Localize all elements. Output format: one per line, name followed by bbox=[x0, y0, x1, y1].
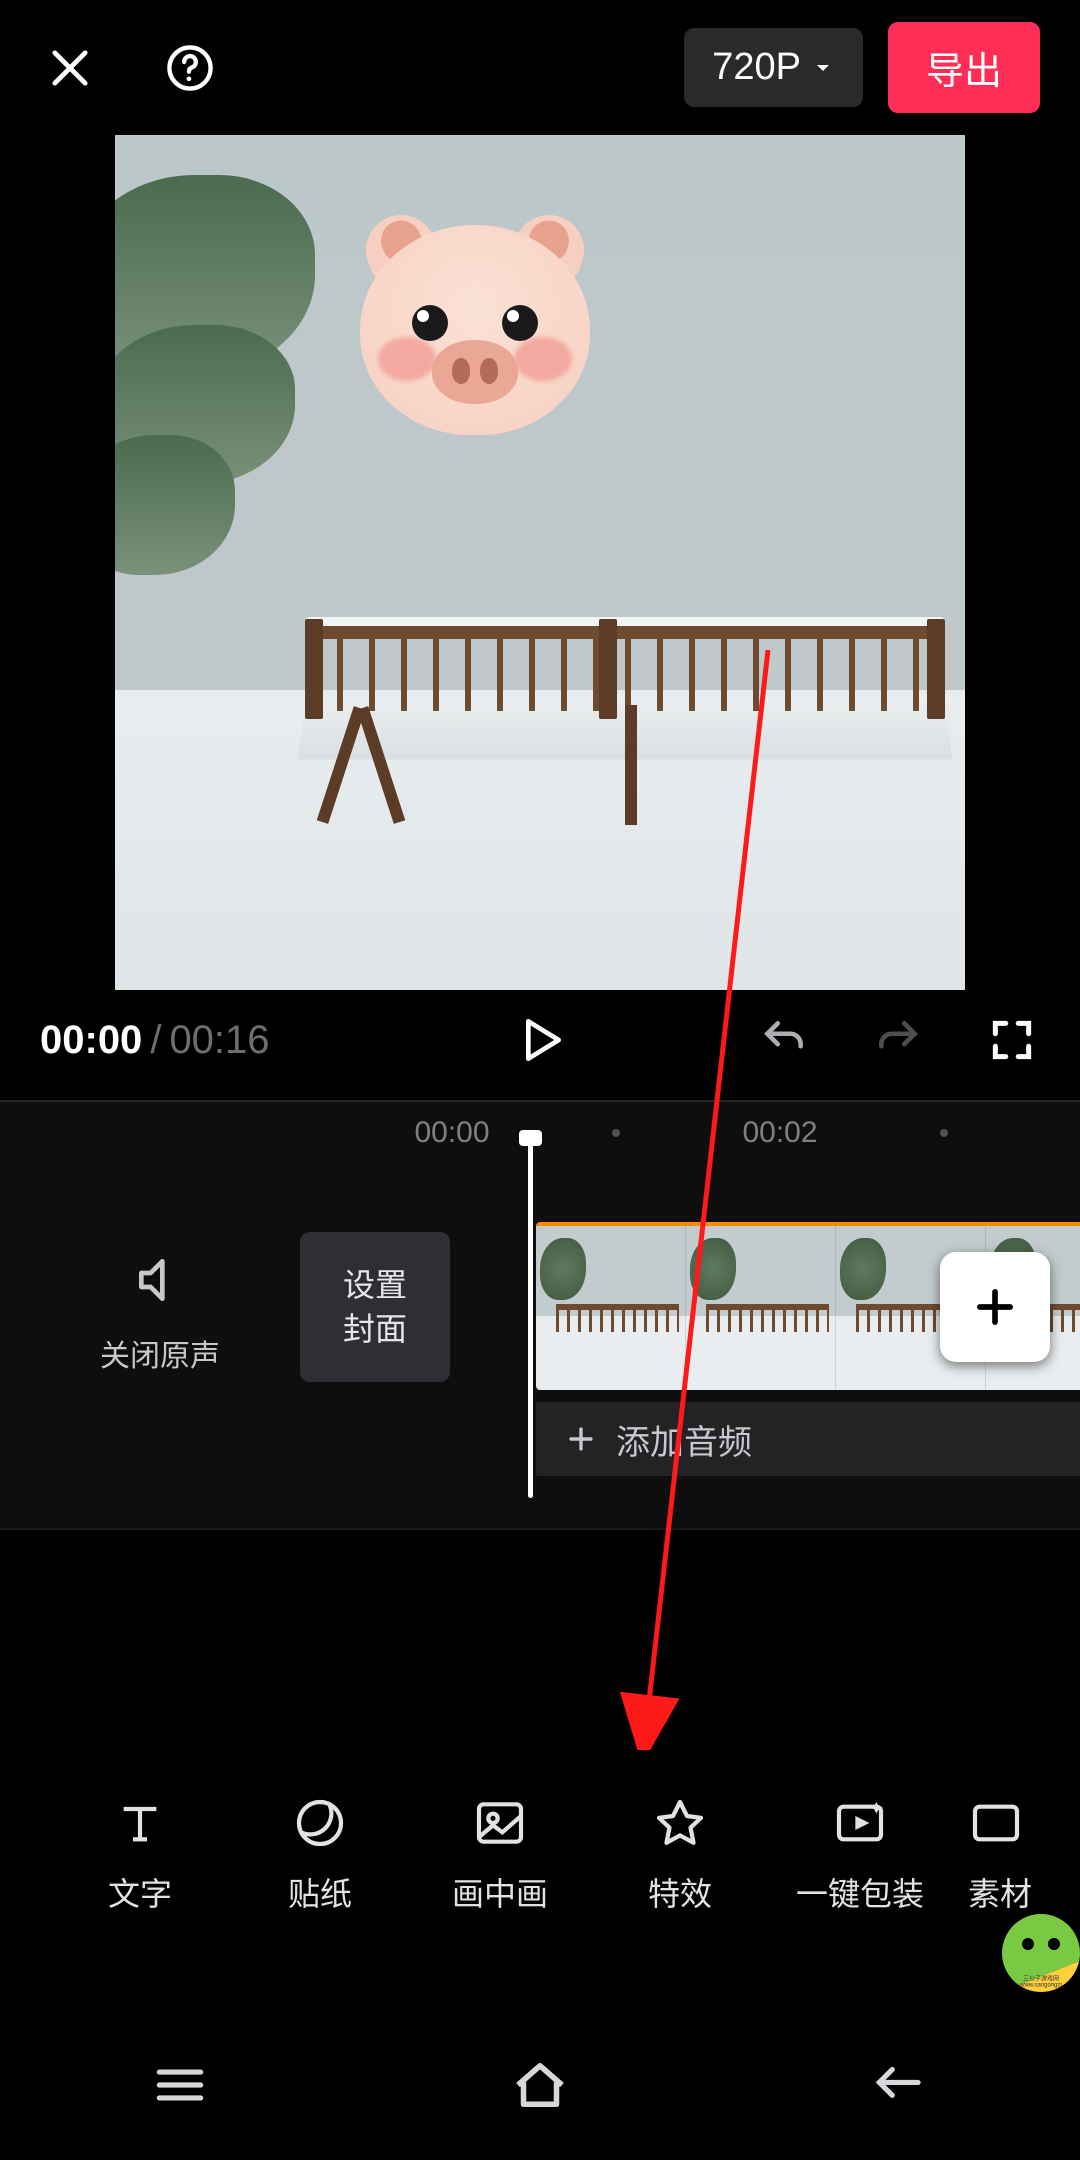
resolution-dropdown[interactable]: 720P bbox=[684, 28, 863, 107]
tool-text[interactable]: 文字 bbox=[50, 1795, 230, 1915]
close-icon[interactable] bbox=[40, 38, 100, 98]
play-button[interactable] bbox=[512, 1012, 568, 1068]
timeline[interactable]: 00:00 00:02 关闭原声 设置 封面 添加音频 bbox=[0, 1100, 1080, 1530]
add-audio-button[interactable]: 添加音频 bbox=[536, 1402, 1080, 1476]
tool-pip[interactable]: 画中画 bbox=[410, 1795, 590, 1915]
add-audio-label: 添加音频 bbox=[616, 1415, 752, 1464]
cover-label-line1: 设置 bbox=[343, 1263, 407, 1307]
playhead[interactable] bbox=[528, 1132, 533, 1498]
video-preview[interactable] bbox=[115, 135, 965, 990]
chevron-down-icon bbox=[811, 56, 835, 80]
help-icon[interactable] bbox=[160, 38, 220, 98]
clip-frame bbox=[536, 1226, 686, 1390]
tool-label: 贴纸 bbox=[288, 1869, 352, 1915]
site-watermark: 三公子游戏网www.sangongzi bbox=[1002, 1914, 1080, 1992]
add-clip-button[interactable] bbox=[940, 1252, 1050, 1362]
tool-effect[interactable]: 特效 bbox=[590, 1795, 770, 1915]
undo-button[interactable] bbox=[756, 1012, 812, 1068]
tool-label: 文字 bbox=[108, 1869, 172, 1915]
export-button[interactable]: 导出 bbox=[888, 22, 1040, 113]
pip-icon bbox=[472, 1795, 528, 1851]
tool-label: 画中画 bbox=[452, 1869, 548, 1915]
transport-bar: 00:00 / 00:16 bbox=[0, 990, 1080, 1100]
set-cover-button[interactable]: 设置 封面 bbox=[300, 1232, 450, 1382]
ruler-dot bbox=[612, 1129, 620, 1137]
current-time: 00:00 bbox=[40, 1018, 142, 1063]
clip-frame bbox=[686, 1226, 836, 1390]
export-label: 导出 bbox=[926, 51, 1002, 93]
tool-label: 素材 bbox=[968, 1869, 1032, 1915]
plus-icon bbox=[969, 1281, 1021, 1333]
tool-label: 特效 bbox=[648, 1869, 712, 1915]
header-bar: 720P 导出 bbox=[0, 0, 1080, 135]
nav-home-button[interactable] bbox=[500, 2045, 580, 2125]
mute-original-audio[interactable]: 关闭原声 bbox=[100, 1252, 220, 1375]
resolution-label: 720P bbox=[712, 46, 801, 89]
fullscreen-button[interactable] bbox=[984, 1012, 1040, 1068]
tool-label: 一键包装 bbox=[796, 1869, 924, 1915]
tool-bar[interactable]: 文字 贴纸 画中画 特效 一键包装 素材 bbox=[0, 1760, 1080, 1950]
star-icon bbox=[652, 1795, 708, 1851]
package-icon bbox=[832, 1795, 888, 1851]
back-icon bbox=[869, 2054, 931, 2116]
time-separator: / bbox=[150, 1018, 161, 1063]
plus-icon bbox=[564, 1422, 598, 1456]
ruler-tick: 00:02 bbox=[720, 1116, 840, 1150]
nav-menu-button[interactable] bbox=[140, 2045, 220, 2125]
ruler-tick: 00:00 bbox=[392, 1116, 512, 1150]
home-icon bbox=[507, 2052, 573, 2118]
timecode: 00:00 / 00:16 bbox=[40, 1018, 270, 1063]
text-icon bbox=[112, 1795, 168, 1851]
duration: 00:16 bbox=[169, 1018, 269, 1063]
ruler-dot bbox=[940, 1129, 948, 1137]
material-icon bbox=[968, 1795, 1024, 1851]
tool-material[interactable]: 素材 bbox=[950, 1795, 1050, 1915]
speaker-icon bbox=[132, 1252, 188, 1308]
menu-icon bbox=[149, 2054, 211, 2116]
mute-label: 关闭原声 bbox=[100, 1331, 220, 1375]
nav-back-button[interactable] bbox=[860, 2045, 940, 2125]
sticker-icon bbox=[292, 1795, 348, 1851]
cover-label-line2: 封面 bbox=[343, 1307, 407, 1351]
tool-sticker[interactable]: 贴纸 bbox=[230, 1795, 410, 1915]
pig-sticker[interactable] bbox=[360, 225, 590, 435]
tool-package[interactable]: 一键包装 bbox=[770, 1795, 950, 1915]
redo-button[interactable] bbox=[870, 1012, 926, 1068]
system-nav-bar bbox=[0, 2010, 1080, 2160]
